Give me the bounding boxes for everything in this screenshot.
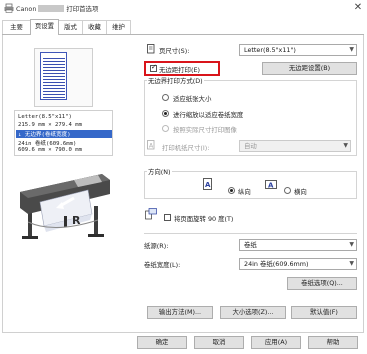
tab-favorites[interactable]: 收藏 <box>82 20 107 34</box>
rotate-page-icon <box>145 208 157 220</box>
callout-highlight <box>144 61 220 76</box>
page-size-select[interactable]: Letter(8.5"x11") ▼ <box>239 44 357 56</box>
radio-portrait-label[interactable]: 纵向 <box>238 187 251 196</box>
page-size-label: 页尺寸(S): <box>159 47 190 55</box>
separator <box>144 233 357 234</box>
paper-info-box: Letter(8.5"x11") 215.9 mm × 279.4 mm ↓ 无… <box>14 110 113 156</box>
redacted-printer-name <box>38 5 65 12</box>
borderless-method-title: 无边界打印方式(D) <box>147 76 204 85</box>
paper-source-value: 卷纸 <box>244 241 257 249</box>
printer-paper-size-value: 自动 <box>244 142 257 150</box>
defaults-button[interactable]: 默认值(F) <box>291 306 357 319</box>
chevron-down-icon: ▼ <box>349 260 354 267</box>
paper-source-select[interactable]: 卷纸 ▼ <box>239 239 357 251</box>
large-format-printer-illustration: R <box>14 162 113 246</box>
window-title-prefix: Canon <box>16 5 37 13</box>
tab-layout[interactable]: 版式 <box>58 20 83 34</box>
page-size-value: Letter(8.5"x11") <box>244 46 296 54</box>
radio-portrait[interactable] <box>228 187 235 194</box>
tab-page-setup[interactable]: 页设置 <box>30 19 59 35</box>
info-line-selected: ↓ 无边界(卷纸宽度) <box>16 130 112 138</box>
roll-width-select[interactable]: 24in 卷纸(609.6mm) ▼ <box>239 258 357 270</box>
roll-width-value: 24in 卷纸(609.6mm) <box>244 260 309 268</box>
preview-text-lines <box>43 58 65 98</box>
roll-options-button[interactable]: 卷纸选项(Q)... <box>287 277 357 290</box>
tab-divider <box>2 34 30 35</box>
orientation-title: 方向(N) <box>147 167 172 176</box>
rotate-90-label[interactable]: 将页面旋转 90 度(T) <box>174 214 233 223</box>
info-line: 215.9 mm × 279.4 mm <box>18 122 82 128</box>
radio-landscape-label[interactable]: 横向 <box>294 187 307 196</box>
radio-fit-roll-width-label[interactable]: 进行缩放以适应卷纸宽度 <box>173 110 243 119</box>
chevron-down-icon: ▼ <box>349 46 354 53</box>
svg-text:A: A <box>268 182 274 190</box>
radio-fit-paper-label[interactable]: 适应纸张大小 <box>173 94 211 103</box>
radio-actual-size-label[interactable]: 按照实际尺寸打印图像 <box>173 125 237 134</box>
info-line: Letter(8.5"x11") <box>18 114 72 120</box>
tab-main[interactable]: 主要 <box>2 20 31 34</box>
svg-text:A: A <box>205 181 211 189</box>
rotate-90-checkbox[interactable] <box>164 214 171 221</box>
window-title: Canon 打印首选项 <box>16 4 98 13</box>
tab-divider <box>59 34 364 35</box>
radio-actual-size[interactable] <box>162 125 169 132</box>
ok-button[interactable]: 确定 <box>137 336 187 349</box>
cancel-button[interactable]: 取消 <box>194 336 244 349</box>
chevron-down-icon: ▼ <box>343 142 348 149</box>
portrait-icon: A <box>203 178 212 190</box>
radio-fit-roll-width[interactable] <box>162 110 169 117</box>
close-icon[interactable]: ✕ <box>352 2 364 14</box>
help-button[interactable]: 帮助 <box>308 336 358 349</box>
page-size-icon <box>147 44 155 54</box>
chevron-down-icon: ▼ <box>349 241 354 248</box>
tab-maintenance[interactable]: 维护 <box>106 20 131 34</box>
radio-landscape[interactable] <box>284 187 291 194</box>
output-method-button[interactable]: 输出方法(M)... <box>147 306 213 319</box>
info-line: 609.6 mm × 790.0 mm <box>18 147 82 153</box>
printer-paper-size-icon: A <box>147 140 155 150</box>
paper-source-label: 纸源(R): <box>144 242 169 250</box>
roll-width-label: 卷纸宽度(L): <box>144 261 181 269</box>
landscape-icon: A <box>265 180 277 190</box>
printer-app-icon <box>4 3 14 13</box>
radio-fit-paper[interactable] <box>162 94 169 101</box>
size-options-button[interactable]: 大小选项(Z)... <box>220 306 286 319</box>
borderless-settings-button[interactable]: 无边距设置(B) <box>262 62 357 75</box>
printer-paper-size-label: 打印机纸尺寸(I): <box>162 144 210 152</box>
info-line: 24in 卷纸(609.6mm) <box>18 141 77 147</box>
printer-paper-size-select[interactable]: 自动 ▼ <box>239 140 351 152</box>
apply-button[interactable]: 应用(A) <box>251 336 301 349</box>
window-title-suffix: 打印首选项 <box>66 5 99 13</box>
